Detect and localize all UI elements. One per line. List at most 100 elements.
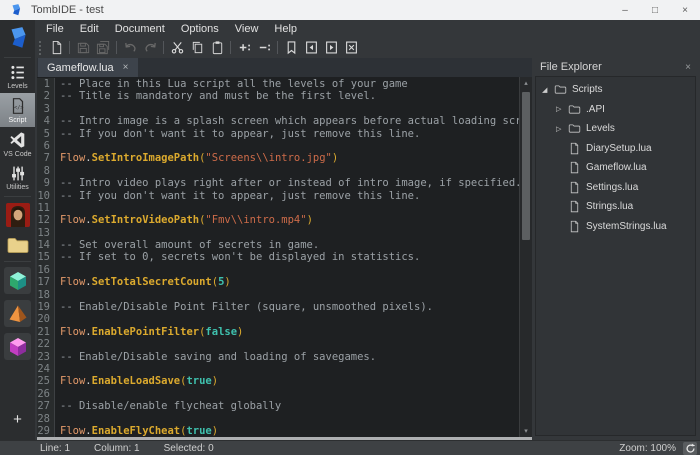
vertical-scrollbar[interactable]: ▴ ▾ [519, 77, 532, 437]
bookmark-button[interactable] [281, 38, 301, 57]
toolbar-separator [277, 41, 278, 54]
code-line: 23 -- Enable/Disable saving and loading o… [37, 350, 519, 363]
code-text: Flow.SetIntroImagePath("Screens\\intro.j… [60, 152, 339, 165]
orange-pyramid-icon [9, 305, 26, 322]
code-line: 2 -- Title is mandatory and must be the f… [37, 90, 519, 103]
tree-item-diarysetup[interactable]: DiarySetup.lua [536, 139, 695, 159]
tree-collapsed-icon[interactable]: ▷ [556, 105, 568, 113]
toolbar-separator [69, 41, 70, 54]
menu-document[interactable]: Document [107, 23, 173, 35]
undo-icon [124, 42, 136, 52]
engine-shortcut-orange-pyramid[interactable] [4, 300, 31, 327]
code-line: 22 [37, 338, 519, 351]
code-line: 15 -- If set to 0, secrets won't be displ… [37, 251, 519, 264]
code-line: 14 -- Set overall amount of secrets in ga… [37, 239, 519, 252]
code-text: -- Enable/Disable saving and loading of … [60, 350, 377, 363]
line-number: 21 [37, 325, 55, 339]
sidebar-item-label: Levels [7, 83, 28, 90]
save-all-button[interactable] [93, 38, 113, 57]
sidebar-item-vscode[interactable]: VS Code [0, 127, 35, 161]
tab-close-icon[interactable]: × [123, 62, 129, 73]
minus-dots-button[interactable] [254, 38, 274, 57]
menu-view[interactable]: View [227, 23, 267, 35]
folder-icon [568, 105, 581, 114]
line-number: 23 [37, 350, 55, 363]
tree-item-scripts[interactable]: ◢ Scripts [536, 80, 695, 100]
code-editor[interactable]: 1 -- Place in this Lua script all the lev… [37, 77, 532, 437]
file-icon [570, 220, 579, 232]
code-line: 25 Flow.EnableLoadSave(true) [37, 375, 519, 388]
sidebar-item-utilities[interactable]: Utilities [0, 161, 35, 194]
menu-edit[interactable]: Edit [72, 23, 107, 35]
menu-file[interactable]: File [38, 23, 72, 35]
code-line: 3 [37, 102, 519, 116]
maximize-button[interactable]: □ [640, 0, 670, 20]
copy-button[interactable] [187, 38, 207, 57]
line-number: 22 [37, 338, 55, 351]
window-title: TombIDE - test [31, 4, 104, 16]
code-line: 7 Flow.SetIntroImagePath("Screens\\intro.… [37, 152, 519, 165]
app-logo-icon [12, 4, 21, 16]
status-bar: Line: 1 Column: 1 Selected: 0 Zoom: 100% [0, 440, 700, 455]
code-line: 6 [37, 139, 519, 153]
line-number: 27 [37, 400, 55, 413]
line-number: 15 [37, 251, 55, 264]
copy-icon [192, 41, 202, 54]
line-number: 3 [37, 102, 55, 116]
engine-shortcut-pink-gem[interactable] [4, 333, 31, 360]
undo-button[interactable] [120, 38, 140, 57]
minimize-button[interactable]: – [610, 0, 640, 20]
tree-collapsed-icon[interactable]: ▷ [556, 125, 568, 133]
file-explorer-close-icon[interactable]: × [685, 62, 691, 73]
engine-shortcut-teal-cube[interactable] [4, 267, 31, 294]
tree-expanded-icon[interactable]: ◢ [542, 86, 554, 94]
next-bookmark-button[interactable] [321, 38, 341, 57]
tree-item-api[interactable]: ▷ .API [536, 100, 695, 120]
previous-bookmark-button[interactable] [301, 38, 321, 57]
toolbar-grip [38, 40, 43, 55]
plus-dots-button[interactable] [234, 38, 254, 57]
tree-item-settings[interactable]: Settings.lua [536, 178, 695, 198]
add-project-button[interactable]: + [13, 411, 22, 428]
lara-avatar[interactable] [5, 203, 30, 227]
code-text: Flow.EnablePointFilter(false) [60, 325, 244, 338]
clear-bookmarks-icon [345, 41, 357, 54]
tree-item-label: Levels [586, 123, 615, 135]
menu-options[interactable]: Options [173, 23, 227, 35]
tree-item-systemstrings[interactable]: SystemStrings.lua [536, 217, 695, 237]
line-number: 8 [37, 164, 55, 178]
paste-button[interactable] [207, 38, 227, 57]
new-file-button[interactable] [46, 38, 66, 57]
code-text: Flow.EnableFlyCheat(true) [60, 424, 219, 437]
window-controls: – □ × [610, 0, 700, 20]
tree-item-strings[interactable]: Strings.lua [536, 197, 695, 217]
line-number: 5 [37, 127, 55, 140]
tab-gameflow-lua[interactable]: Gameflow.lua × [38, 58, 138, 77]
close-button[interactable]: × [670, 0, 700, 20]
clear-bookmarks-button[interactable] [341, 38, 361, 57]
folder-icon [568, 124, 581, 133]
sidebar-divider [4, 57, 31, 58]
scroll-down-icon[interactable]: ▾ [520, 425, 532, 437]
menu-help[interactable]: Help [266, 23, 305, 35]
sidebar-item-levels[interactable]: Levels [0, 60, 35, 93]
code-line: 10 -- If you don't want it to appear, jus… [37, 189, 519, 202]
code-text: -- Enable/Disable Point Filter (square, … [60, 301, 433, 314]
scroll-up-icon[interactable]: ▴ [520, 77, 532, 89]
redo-button[interactable] [140, 38, 160, 57]
cut-button[interactable] [167, 38, 187, 57]
save-button[interactable] [73, 38, 93, 57]
project-folder-icon[interactable] [6, 235, 30, 255]
tree-item-gameflow[interactable]: Gameflow.lua [536, 158, 695, 178]
sidebar-item-script[interactable]: </> Script [0, 93, 35, 127]
refresh-button[interactable] [683, 441, 697, 455]
scrollbar-thumb[interactable] [522, 92, 530, 240]
tree-item-levels[interactable]: ▷ Levels [536, 119, 695, 139]
code-line: 9 -- Intro video plays right after or ins… [37, 177, 519, 190]
tree-item-label: Settings.lua [586, 181, 639, 193]
line-number: 1 [37, 78, 55, 91]
redo-icon [144, 42, 156, 52]
file-icon [570, 162, 579, 174]
tab-label: Gameflow.lua [47, 61, 114, 74]
code-line: 1 -- Place in this Lua script all the lev… [37, 78, 519, 91]
